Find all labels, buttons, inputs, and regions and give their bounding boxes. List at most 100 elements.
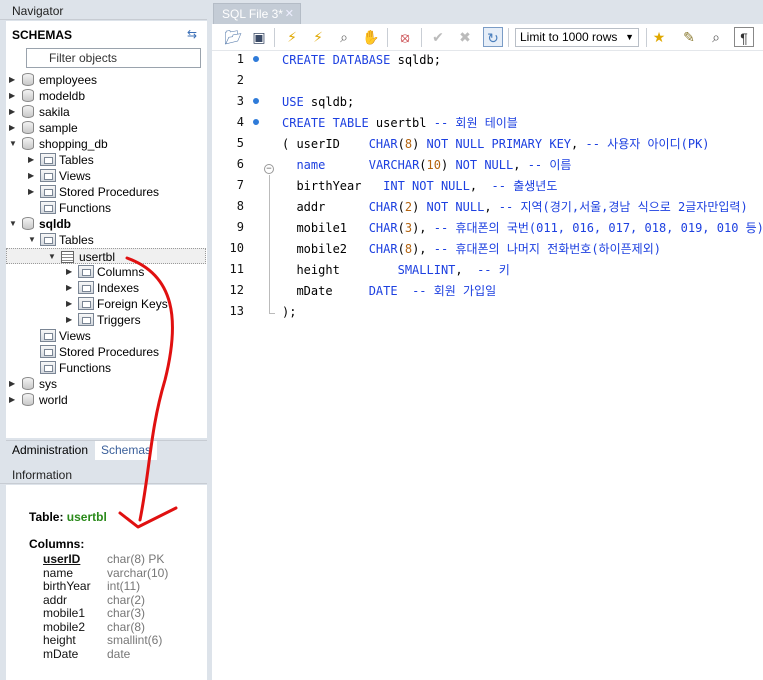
column-type: varchar(10) [107,565,169,580]
tab-administration[interactable]: Administration [6,441,95,460]
expand-arrow-icon[interactable]: ▶ [9,72,18,88]
tree-indexes[interactable]: ▶ Indexes [66,280,139,296]
tree-sqldb-views[interactable]: Views [28,328,91,344]
expand-arrow-icon[interactable]: ▶ [66,312,75,328]
tree-triggers[interactable]: ▶ Triggers [66,312,141,328]
tree-sqldb-procedures[interactable]: Stored Procedures [28,344,159,360]
folder-icon [40,233,56,246]
save-icon[interactable]: ▣ [249,27,269,47]
tab-schemas[interactable]: Schemas [95,441,158,460]
open-folder-icon[interactable]: 📂︎ [223,27,243,47]
tree-label: sample [39,121,78,135]
expand-arrow-icon[interactable]: ▶ [66,264,75,280]
expand-arrow-icon[interactable]: ▶ [9,88,18,104]
column-type: char(8) PK [107,552,165,566]
statement-marker [253,98,259,104]
collapse-arrow-icon[interactable]: ▼ [28,232,37,248]
tree-schema-world[interactable]: ▶ world [9,392,68,408]
filter-input[interactable] [26,48,201,68]
column-type: int(11) [107,579,141,593]
column-name: mobile1 [43,606,86,620]
sql-editor: 📂︎ ▣ ⚡ ⚡ ⌕ ✋ ⦻ ✔ ✖ ↻ Limit to 1000 rows ▼… [212,24,763,680]
expand-arrow-icon[interactable]: ▶ [9,376,18,392]
expand-arrow-icon[interactable]: ▶ [66,296,75,312]
tree-table-usertbl[interactable]: ▼ usertbl [6,248,206,264]
tree-schema-sys[interactable]: ▶ sys [9,376,57,392]
expand-arrow-icon[interactable]: ▶ [9,104,18,120]
column-name: mobile2 [43,619,86,634]
code-line: mobile1 CHAR(3), -- 휴대폰의 국번(011, 016, 01… [282,221,763,235]
tree-label: sqldb [39,217,71,231]
tab-sql-file[interactable]: SQL File 3* ✕ [213,3,301,24]
invisible-chars-icon[interactable]: ¶ [734,27,754,47]
tree-columns[interactable]: ▶ Columns [66,264,144,280]
find-icon[interactable]: ⌕ [706,27,726,47]
code-line: addr CHAR(2) NOT NULL, -- 지역(경기,서울,경남 식으… [282,200,748,214]
tree-label: Views [59,169,91,183]
folder-icon [78,297,94,310]
schemas-label: SCHEMAS [12,28,73,42]
expand-arrow-icon[interactable]: ▶ [66,280,75,296]
tree-shopping-views[interactable]: ▶ Views [28,168,91,184]
folder-icon [40,185,56,198]
limit-rows-select[interactable]: Limit to 1000 rows ▼ [515,28,639,47]
fold-toggle-icon[interactable]: − [264,164,274,174]
columns-label: Columns: [29,537,85,551]
line-number: 5 [236,136,244,150]
tree-schema-employees[interactable]: ▶ employees [9,72,97,88]
tree-sqldb-functions[interactable]: Functions [28,360,111,376]
line-number: 4 [236,115,244,129]
explain-icon[interactable]: ⌕ [334,27,354,47]
tree-schema-shopping-db[interactable]: ▼ shopping_db [9,136,108,152]
folder-icon [40,329,56,342]
database-icon [22,121,34,134]
column-name: birthYear [43,579,91,593]
expand-arrow-icon[interactable]: ▶ [28,152,37,168]
table-icon [61,251,74,263]
tree-shopping-procedures[interactable]: ▶ Stored Procedures [28,184,159,200]
dropdown-arrow-icon: ▼ [625,32,634,42]
code-line: ( userID CHAR(8) NOT NULL PRIMARY KEY, -… [282,137,710,151]
tree-sqldb-tables[interactable]: ▼ Tables [28,232,94,248]
column-type: char(2) [107,592,146,607]
rollback-icon[interactable]: ✖ [455,27,475,47]
beautify-icon[interactable]: ✎ [679,27,699,47]
tree-schema-sample[interactable]: ▶ sample [9,120,78,136]
expand-arrow-icon[interactable]: ▶ [28,184,37,200]
refresh-icon[interactable]: ⇆ [187,27,197,41]
expand-arrow-icon[interactable]: ▶ [28,168,37,184]
commit-icon[interactable]: ✔ [428,27,448,47]
code-line: name VARCHAR(10) NOT NULL, -- 이름 [296,158,572,172]
collapse-arrow-icon[interactable]: ▼ [9,216,18,232]
collapse-arrow-icon[interactable]: ▼ [9,136,18,152]
tree-shopping-functions[interactable]: Functions [28,200,111,216]
line-number: 6 [236,157,244,171]
toggle-error-icon[interactable]: ⦻ [395,27,415,47]
tree-label: Views [59,329,91,343]
column-type: date [107,646,131,661]
tree-schema-modeldb[interactable]: ▶ modeldb [9,88,85,104]
tree-schema-sakila[interactable]: ▶ sakila [9,104,70,120]
add-snippet-icon[interactable]: ★ [649,27,669,47]
execute-icon[interactable]: ⚡ [282,27,302,47]
tree-label: Functions [59,361,112,375]
editor-toolbar: 📂︎ ▣ ⚡ ⚡ ⌕ ✋ ⦻ ✔ ✖ ↻ Limit to 1000 rows ▼… [212,24,763,51]
stop-icon[interactable]: ✋ [361,27,381,47]
execute-current-icon[interactable]: ⚡ [308,27,328,47]
line-number: 9 [236,220,244,234]
expand-arrow-icon[interactable]: ▶ [9,120,18,136]
statement-marker [253,119,259,125]
tree-label: employees [39,73,98,87]
navigator-body: SCHEMAS ⇆ ▶employees ▶modeldb ▶sakila ▶s… [6,21,207,438]
autocommit-icon[interactable]: ↻ [483,27,503,47]
tab-label: SQL File 3* [222,7,283,21]
expand-arrow-icon[interactable]: ▶ [9,392,18,408]
tree-foreign-keys[interactable]: ▶ Foreign Keys [66,296,168,312]
code-area[interactable]: 1 2 3 4 5 6 7 8 9 10 11 12 13 − CREATE DATABASE sqld… [212,52,763,680]
database-icon [22,377,34,390]
close-icon[interactable]: ✕ [285,7,294,20]
tree-shopping-tables[interactable]: ▶ Tables [28,152,94,168]
information-panel: Table: usertbl Columns: userID char(8) PK… [6,485,207,680]
tree-schema-sqldb[interactable]: ▼ sqldb [9,216,71,232]
collapse-arrow-icon[interactable]: ▼ [48,249,57,265]
